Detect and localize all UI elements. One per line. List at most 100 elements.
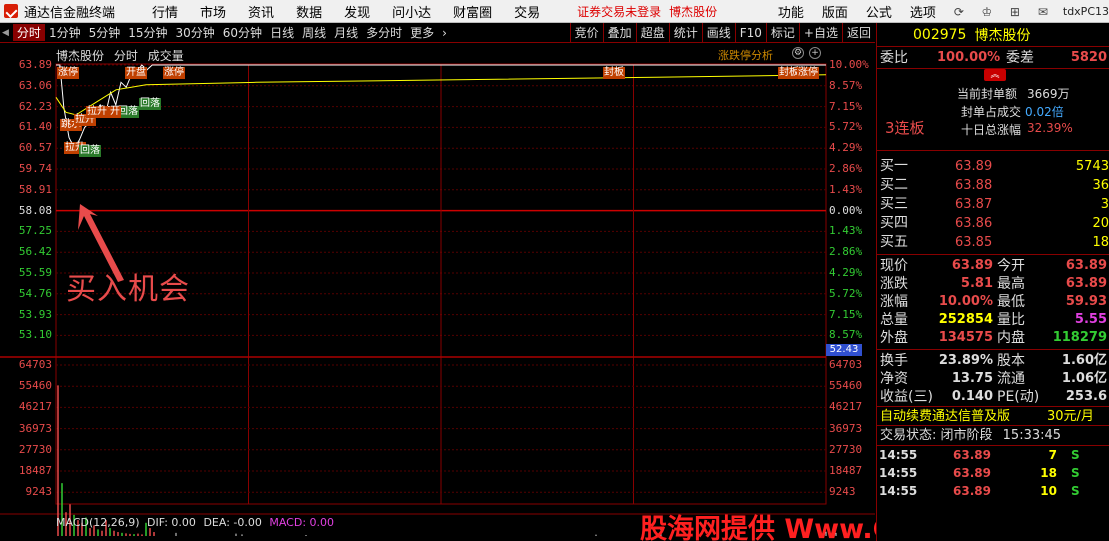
tool-fanhui[interactable]: 返回 bbox=[841, 23, 875, 43]
ad-banner[interactable]: 自动续费通达信普及版 30元/月 bbox=[877, 406, 1109, 426]
stat-value: 252854 bbox=[938, 312, 993, 327]
seal-amount-label: 当前封单额 bbox=[957, 87, 1018, 101]
volume-tick-label: 36973 bbox=[18, 421, 52, 435]
menu-item-jiaoyi[interactable]: 交易 bbox=[503, 2, 551, 21]
chart-panel: 博杰股份 分时 成交量 涨跌停分析 ⚙ + 63.89 63.06 62.23 61.… bbox=[0, 44, 1087, 541]
grid-icon[interactable]: ⊞ bbox=[1006, 5, 1024, 19]
menu-right: 功能 版面 公式 选项 ⟳ ♔ ⊞ ✉ tdxPC13 bbox=[769, 0, 1109, 23]
ad-text: 自动续费通达信普及版 bbox=[880, 409, 1011, 424]
price-tick-label: 58.91 bbox=[18, 182, 52, 196]
stat-row: 现价 63.89 今开 63.89 bbox=[877, 257, 1109, 275]
stat-value: 23.89% bbox=[938, 353, 993, 368]
stat-label-2: 流通 bbox=[997, 371, 1025, 387]
stat-value: 134575 bbox=[938, 330, 993, 345]
collapse-icon[interactable]: ◀ bbox=[2, 28, 9, 38]
menu-item-faxian[interactable]: 发现 bbox=[333, 2, 381, 21]
menu-item-shuju[interactable]: 数据 bbox=[285, 2, 333, 21]
tick-side: S bbox=[1071, 466, 1080, 480]
tool-diejia[interactable]: 叠加 bbox=[602, 23, 636, 43]
volume-tick-label: 55460 bbox=[18, 379, 52, 393]
settings-gear-icon[interactable]: ⚙ bbox=[792, 47, 804, 59]
sync-icon[interactable]: ⟳ bbox=[950, 5, 968, 19]
notice-stock[interactable]: 博杰股份 bbox=[669, 3, 717, 20]
tab-30min[interactable]: 30分钟 bbox=[172, 24, 219, 41]
expand-up-icon[interactable]: ︽ bbox=[984, 69, 1006, 81]
menu-item-caifuquan[interactable]: 财富圈 bbox=[442, 2, 503, 21]
stat-value: 10.00% bbox=[938, 294, 993, 309]
shirt-icon[interactable]: ♔ bbox=[978, 5, 996, 19]
menu-item-zixun[interactable]: 资讯 bbox=[237, 2, 285, 21]
stat-row: 换手 23.89% 股本 1.60亿 bbox=[877, 352, 1109, 370]
macd-value: MACD: 0.00 bbox=[269, 516, 335, 529]
tool-tongji[interactable]: 统计 bbox=[668, 23, 702, 43]
stat-label: 涨跌 bbox=[880, 276, 908, 292]
ten-day-value: 32.39% bbox=[1027, 121, 1073, 135]
stat-value-2: 59.93 bbox=[1065, 294, 1107, 309]
stat-value-2: 253.6 bbox=[1065, 389, 1107, 404]
order-row[interactable]: 买一 63.89 5743 bbox=[877, 157, 1109, 176]
tab-multi-fenshi[interactable]: 多分时 bbox=[362, 24, 406, 41]
tab-daily[interactable]: 日线 bbox=[266, 24, 298, 41]
limit-analysis-link[interactable]: 涨跌停分析 bbox=[718, 47, 773, 63]
machine-name: tdxPC13 bbox=[1062, 5, 1109, 18]
menu-item-wenxiaoda[interactable]: 问小达 bbox=[381, 2, 442, 21]
menu-item-shichang[interactable]: 市场 bbox=[189, 2, 237, 21]
order-row[interactable]: 买三 63.87 3 bbox=[877, 195, 1109, 214]
stat-row: 外盘 134575 内盘 118279 bbox=[877, 329, 1109, 347]
tab-60min[interactable]: 60分钟 bbox=[219, 24, 266, 41]
pct-tick-label: 5.72% bbox=[829, 120, 863, 134]
volume-tick-label-right: 64703 bbox=[829, 358, 863, 371]
weibi-label: 委比 bbox=[880, 50, 908, 66]
mail-icon[interactable]: ✉ bbox=[1034, 5, 1052, 19]
order-row[interactable]: 买五 63.85 18 bbox=[877, 233, 1109, 252]
tab-5min[interactable]: 5分钟 bbox=[85, 24, 125, 41]
menu-item-banmian[interactable]: 版面 bbox=[813, 2, 857, 21]
pct-tick-label: 2.86% bbox=[829, 245, 863, 259]
tab-15min[interactable]: 15分钟 bbox=[124, 24, 171, 41]
more-chevron-icon[interactable]: › bbox=[438, 26, 451, 40]
tag-fall-3: 回落 bbox=[139, 98, 161, 110]
weibi-row: 委比 100.00% 委差 5820 bbox=[877, 47, 1109, 69]
tool-chaopan[interactable]: 超盘 bbox=[635, 23, 669, 43]
tool-jingjia[interactable]: 竞价 bbox=[569, 23, 603, 43]
volume-tick-label-right: 55460 bbox=[829, 379, 863, 393]
weicha-value: 5820 bbox=[1070, 50, 1107, 65]
stat-label: 涨幅 bbox=[880, 294, 908, 310]
tick-side: S bbox=[1071, 484, 1080, 498]
order-row[interactable]: 买四 63.86 20 bbox=[877, 214, 1109, 233]
tab-1min[interactable]: 1分钟 bbox=[45, 24, 85, 41]
tab-weekly[interactable]: 周线 bbox=[298, 24, 330, 41]
tick-volume: 7 bbox=[1048, 448, 1057, 462]
chart-type-label: 分时 bbox=[113, 49, 138, 63]
macd-dif: DIF: 0.00 bbox=[147, 516, 196, 529]
volume-tick-label-right: 9243 bbox=[829, 485, 856, 499]
seal-ratio-label: 封单占成交 bbox=[961, 105, 1022, 119]
zoom-plus-icon[interactable]: + bbox=[809, 47, 821, 59]
weibi-value: 100.00% bbox=[937, 50, 1001, 65]
tick-price: 63.89 bbox=[953, 466, 991, 480]
menu-item-gongneng[interactable]: 功能 bbox=[769, 2, 813, 21]
tab-more[interactable]: 更多 bbox=[406, 24, 438, 41]
menu-item-xuanxiang[interactable]: 选项 bbox=[901, 2, 945, 21]
login-notice[interactable]: 证券交易未登录 bbox=[577, 3, 661, 20]
order-volume: 18 bbox=[1092, 235, 1109, 250]
tool-huaxian[interactable]: 画线 bbox=[701, 23, 735, 43]
stat-value-2: 1.60亿 bbox=[1061, 353, 1107, 368]
order-row[interactable]: 买二 63.88 36 bbox=[877, 176, 1109, 195]
volume-tick-label-right: 36973 bbox=[829, 421, 863, 435]
stat-label-2: 最高 bbox=[997, 276, 1025, 292]
tick-list: 14:55 63.89 7 S 14:55 63.89 18 S 14:55 63.… bbox=[877, 446, 1109, 500]
tool-f10[interactable]: F10 bbox=[734, 23, 766, 43]
tool-zixuan[interactable]: +自选 bbox=[798, 23, 842, 43]
menu-item-hangqing[interactable]: 行情 bbox=[141, 2, 189, 21]
pct-tick-label: 7.15% bbox=[829, 99, 863, 113]
menu-item-gongshi[interactable]: 公式 bbox=[857, 2, 901, 21]
macd-legend: MACD(12,26,9) DIF: 0.00 DEA: -0.00 MACD:… bbox=[56, 516, 334, 529]
tab-monthly[interactable]: 月线 bbox=[330, 24, 362, 41]
tag-limit-up: 涨停 bbox=[57, 67, 79, 79]
tool-biaoji[interactable]: 标记 bbox=[765, 23, 799, 43]
tab-fenshi[interactable]: 分时 bbox=[12, 24, 45, 41]
cursor-price-badge: 52.43 bbox=[826, 344, 862, 356]
macd-label: MACD(12,26,9) bbox=[56, 516, 140, 529]
order-price: 63.88 bbox=[955, 178, 993, 193]
